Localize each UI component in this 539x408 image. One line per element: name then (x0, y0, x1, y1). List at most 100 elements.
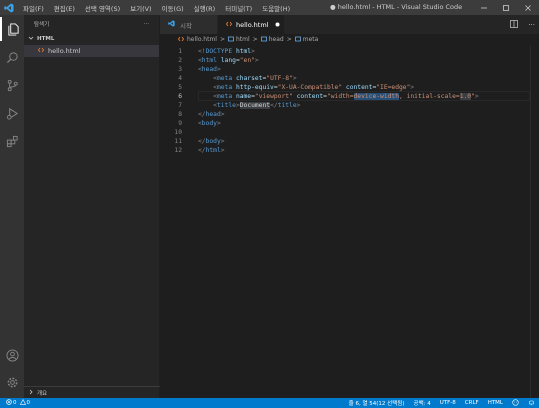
code-token: lang (220, 56, 236, 64)
code-token: html (205, 146, 221, 154)
maximize-icon[interactable] (495, 0, 517, 15)
status-right: 줄 6, 열 54(12 선택됨) 공백: 4 UTF-8 CRLF HTML (340, 398, 535, 408)
code-token: head (201, 65, 217, 73)
line-content: <!DOCTYPE html> (198, 48, 255, 55)
error-count: 0 (13, 400, 17, 406)
code-token: "X-UA-Compatible" (277, 83, 343, 91)
line-number: 8 (178, 110, 182, 118)
code-token: charset (235, 74, 263, 82)
more-actions-icon[interactable]: ··· (528, 21, 535, 29)
code-editor[interactable]: 1 <!DOCTYPE html> 2 <html lang="en"> 3 <head>… (160, 45, 530, 398)
close-icon[interactable] (517, 0, 539, 15)
code-token: meta (216, 83, 233, 91)
minimize-icon[interactable] (473, 0, 495, 15)
editor-scrollbar[interactable] (530, 45, 539, 398)
sidebar-header: 탐색기 ··· (24, 15, 159, 33)
breadcrumb-file[interactable]: hello.html (187, 36, 217, 43)
line-content: <head> (198, 66, 221, 73)
outline-section[interactable]: 개요 (24, 386, 160, 398)
unsaved-dot-icon[interactable] (275, 21, 280, 29)
line-content (198, 129, 213, 136)
tab-label: hello.html (236, 20, 269, 29)
code-token: meta (216, 92, 233, 100)
tab-hello-html[interactable]: hello.html (218, 15, 284, 34)
code-token: device-width (353, 92, 400, 100)
settings-gear-icon[interactable] (0, 370, 24, 394)
code-token: html (235, 47, 252, 55)
breadcrumb: hello.html > html > head > meta (160, 34, 539, 45)
menu-go[interactable]: 이동(G) (157, 3, 189, 13)
code-token: > (292, 74, 297, 82)
line-number: 1 (178, 47, 182, 55)
extensions-icon[interactable] (0, 129, 24, 153)
warning-icon (19, 398, 26, 407)
editor-tab-bar: 시작 hello.html ··· (160, 15, 539, 34)
code-token: "UTF-8" (266, 74, 293, 82)
window-title: ● hello.html - HTML - Visual Studio Code (330, 3, 463, 11)
title-bar: 파일(F) 편집(E) 선택 영역(S) 보기(V) 이동(G) 실행(R) 터… (0, 0, 539, 15)
tab-actions: ··· (510, 15, 535, 34)
outline-label: 개요 (37, 390, 48, 397)
split-editor-icon[interactable] (510, 19, 519, 30)
breadcrumb-meta[interactable]: meta (303, 36, 319, 43)
line-content: <meta charset="UTF-8"> (198, 74, 297, 82)
menu-help[interactable]: 도움말(H) (257, 3, 295, 13)
line-number: 3 (178, 65, 182, 73)
status-bar: 0 0 줄 6, 열 54(12 선택됨) 공백: 4 UTF-8 CRLF H… (0, 398, 539, 408)
code-token: "en" (239, 56, 255, 64)
feedback-icon[interactable] (512, 398, 519, 408)
menu-run[interactable]: 실행(R) (189, 3, 221, 13)
code-token: <! (198, 47, 206, 55)
line-content: <title>Document</title> (198, 101, 301, 109)
menu-file[interactable]: 파일(F) (18, 3, 49, 13)
line-content: <html lang="en"> (198, 57, 259, 64)
explorer-icon[interactable] (0, 17, 24, 41)
menu-edit[interactable]: 편집(E) (49, 3, 80, 13)
encoding[interactable]: UTF-8 (440, 400, 456, 406)
code-token: </ (198, 146, 206, 154)
line-number: 5 (178, 83, 182, 91)
line-content: <meta http-equiv="X-UA-Compatible" conte… (198, 84, 414, 91)
chevron-down-icon (28, 35, 34, 43)
language-mode[interactable]: HTML (488, 400, 503, 406)
code-token: , initial-scale= (399, 92, 460, 100)
source-control-icon[interactable] (0, 73, 24, 97)
sidebar-title: 탐색기 (34, 22, 50, 28)
menu-terminal[interactable]: 터미널(T) (220, 3, 257, 13)
breadcrumb-html[interactable]: html (236, 36, 250, 43)
code-token: meta (216, 74, 233, 82)
menu-view[interactable]: 보기(V) (125, 3, 156, 13)
run-debug-icon[interactable] (0, 101, 24, 125)
file-label: hello.html (48, 47, 81, 55)
code-line[interactable]: 12 </html> (160, 145, 225, 155)
problems-indicator[interactable]: 0 0 (6, 398, 30, 408)
search-icon[interactable] (0, 45, 24, 69)
html-file-icon (225, 21, 233, 29)
vscode-logo-icon (0, 0, 18, 15)
end-of-line[interactable]: CRLF (465, 400, 479, 406)
symbol-icon (294, 36, 301, 44)
error-icon (6, 399, 12, 407)
line-content: </html> (198, 147, 225, 154)
line-number: 4 (178, 74, 182, 82)
warning-count: 0 (26, 400, 31, 406)
file-item-hello-html[interactable]: hello.html (24, 45, 159, 57)
menu-selection[interactable]: 선택 영역(S) (80, 3, 125, 13)
account-icon[interactable] (0, 343, 24, 367)
folder-section-html[interactable]: HTML (24, 33, 159, 45)
breadcrumb-head[interactable]: head (269, 36, 284, 43)
menu-bar: 파일(F) 편집(E) 선택 영역(S) 보기(V) 이동(G) 실행(R) 터… (18, 3, 295, 13)
vscode-tab-icon (168, 20, 175, 29)
notifications-bell-icon[interactable] (528, 399, 535, 408)
line-content: </head> (198, 111, 225, 118)
tab-welcome[interactable]: 시작 (160, 15, 218, 34)
indentation[interactable]: 공백: 4 (414, 399, 431, 407)
cursor-position[interactable]: 줄 6, 열 54(12 선택됨) (349, 399, 405, 407)
code-token: > (220, 137, 225, 145)
more-actions-icon[interactable]: ··· (144, 21, 149, 27)
code-token: content (296, 92, 324, 100)
code-token: > (296, 101, 301, 109)
